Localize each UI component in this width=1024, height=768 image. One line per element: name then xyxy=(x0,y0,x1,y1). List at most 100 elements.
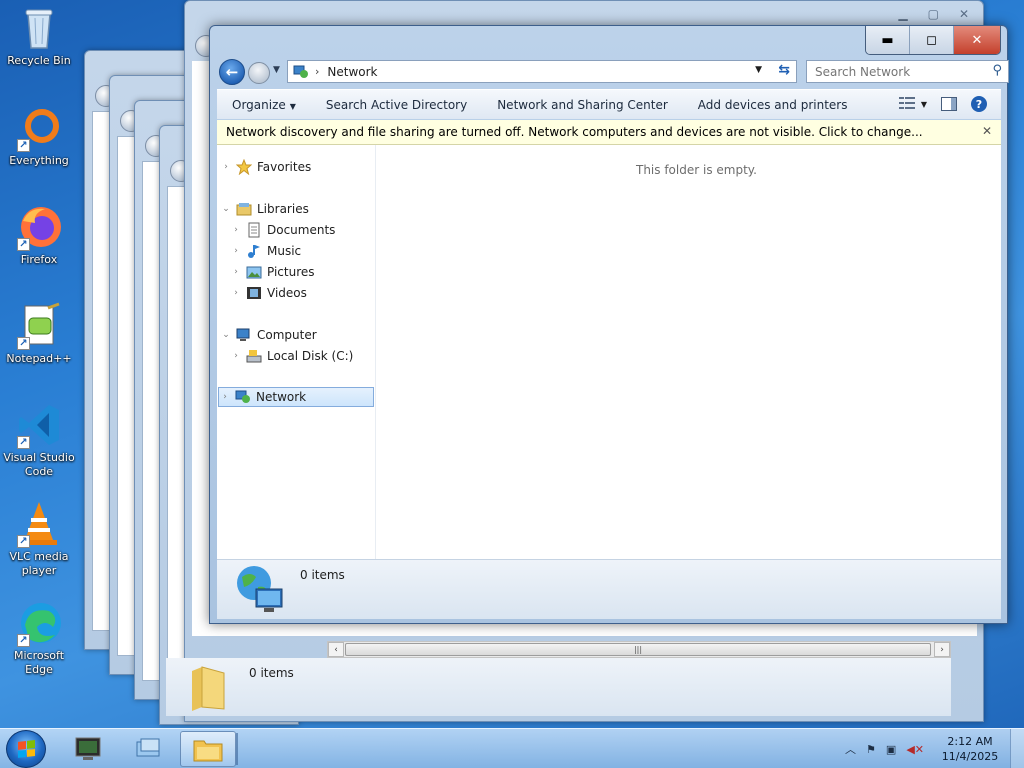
add-devices-printers-button[interactable]: Add devices and printers xyxy=(683,98,863,112)
desktop-icon-recycle-bin[interactable]: Recycle Bin xyxy=(0,4,78,68)
address-bar[interactable]: › Network ▼ ⇆ xyxy=(287,60,797,83)
refresh-icon[interactable]: ⇆ xyxy=(778,62,790,78)
computer-icon xyxy=(236,327,252,343)
minimize-icon: ▬ xyxy=(881,32,894,48)
recent-pages-dropdown-icon[interactable]: ▼ xyxy=(273,65,280,75)
search-box[interactable]: ⚲ xyxy=(806,60,1009,83)
taskbar-app-terminal[interactable] xyxy=(60,731,116,767)
shortcut-arrow-icon: ↗ xyxy=(17,139,30,152)
tree-item-favorites[interactable]: › Favorites xyxy=(220,157,311,177)
expand-arrow-icon[interactable]: › xyxy=(230,351,242,361)
tree-item-computer[interactable]: ⌄ Computer xyxy=(220,325,317,345)
navigation-pane: › Favorites ⌄ Libraries › Documents › Mu… xyxy=(217,145,376,559)
clock[interactable]: 2:12 AM 11/4/2025 xyxy=(934,734,1006,764)
network-globe-icon xyxy=(234,563,286,615)
details-pane: 0 items xyxy=(166,658,951,716)
horizontal-scrollbar[interactable]: ‹ ||| › xyxy=(327,641,951,658)
desktop-icon-vlc[interactable]: ↗ VLC media player xyxy=(0,500,78,578)
desktop-icon-label: Everything xyxy=(9,154,69,167)
tree-item-videos[interactable]: › Videos xyxy=(230,283,307,303)
organize-button[interactable]: Organize ▼ xyxy=(217,98,311,112)
volume-muted-icon[interactable]: ◀✕ xyxy=(906,743,924,756)
collapse-arrow-icon[interactable]: ⌄ xyxy=(220,330,232,340)
action-center-icon[interactable]: ⚑ xyxy=(866,743,876,756)
item-count: 0 items xyxy=(300,568,345,582)
tree-item-local-disk[interactable]: › Local Disk (C:) xyxy=(230,346,353,366)
change-view-button[interactable]: ▼ xyxy=(898,97,927,111)
details-pane: 0 items xyxy=(217,559,1001,619)
expand-arrow-icon[interactable]: › xyxy=(230,246,242,256)
search-input[interactable] xyxy=(815,62,985,82)
maximize-icon[interactable]: ▢ xyxy=(928,7,939,21)
expand-arrow-icon[interactable]: › xyxy=(230,225,242,235)
back-arrow-icon: ← xyxy=(225,63,239,81)
desktop-icon-everything[interactable]: ↗ Everything xyxy=(0,104,78,168)
navigation-bar: ← ▼ › Network ▼ ⇆ ⚲ xyxy=(218,59,1009,85)
search-icon[interactable]: ⚲ xyxy=(992,63,1002,78)
close-button[interactable]: ✕ xyxy=(954,26,1000,54)
tree-item-music[interactable]: › Music xyxy=(230,241,301,261)
expand-arrow-icon[interactable]: › xyxy=(230,288,242,298)
desktop-icon-edge[interactable]: ↗ Microsoft Edge xyxy=(0,599,78,677)
maximize-button[interactable]: ◻ xyxy=(910,26,954,54)
vlc-icon: ↗ xyxy=(15,500,63,548)
desktop-icon-label: VLC media player xyxy=(9,550,69,577)
recycle-bin-icon xyxy=(15,4,63,52)
tree-label: Favorites xyxy=(257,160,312,174)
desktop-icon-label: Firefox xyxy=(20,253,58,266)
tree-item-network[interactable]: › Network xyxy=(218,387,374,407)
desktop-icon-label: Visual Studio Code xyxy=(3,451,75,478)
breadcrumb-location[interactable]: Network xyxy=(327,65,377,79)
start-button[interactable] xyxy=(6,730,46,768)
close-icon[interactable]: ✕ xyxy=(959,7,969,21)
scroll-left-icon[interactable]: ‹ xyxy=(328,642,344,657)
show-desktop-button[interactable] xyxy=(1010,729,1024,768)
taskbar-app-explorer[interactable] xyxy=(180,731,236,767)
forward-button[interactable] xyxy=(248,62,270,84)
network-status-icon[interactable]: ▣ xyxy=(886,743,896,756)
caption-buttons: ▁ ▢ ✕ xyxy=(898,7,969,21)
expand-arrow-icon[interactable]: › xyxy=(230,267,242,277)
taskbar-app-windows[interactable] xyxy=(120,731,176,767)
address-dropdown-icon[interactable]: ▼ xyxy=(755,65,762,75)
notification-bar[interactable]: Network discovery and file sharing are t… xyxy=(217,120,1001,145)
tree-label: Network xyxy=(256,390,307,404)
desktop-icon-notepadpp[interactable]: ↗ Notepad++ xyxy=(0,302,78,366)
music-icon xyxy=(246,243,262,259)
folder-icon xyxy=(188,663,228,711)
libraries-icon xyxy=(236,201,252,217)
drive-icon xyxy=(246,348,262,364)
notification-message[interactable]: Network discovery and file sharing are t… xyxy=(226,125,923,139)
tree-label: Libraries xyxy=(257,202,309,216)
collapse-arrow-icon[interactable]: ⌄ xyxy=(220,204,232,214)
search-active-directory-button[interactable]: Search Active Directory xyxy=(311,98,482,112)
shortcut-arrow-icon: ↗ xyxy=(17,634,30,647)
videos-icon xyxy=(246,285,262,301)
tree-label: Local Disk (C:) xyxy=(267,349,354,363)
network-icon xyxy=(293,65,308,78)
tree-item-pictures[interactable]: › Pictures xyxy=(230,262,314,282)
tree-item-documents[interactable]: › Documents xyxy=(230,220,335,240)
desktop-icon-vscode[interactable]: ↗ Visual Studio Code xyxy=(0,401,78,479)
close-icon[interactable]: ✕ xyxy=(982,124,992,138)
desktop-icon-firefox[interactable]: ↗ Firefox xyxy=(0,203,78,267)
minimize-icon[interactable]: ▁ xyxy=(898,7,907,21)
tree-item-libraries[interactable]: ⌄ Libraries xyxy=(220,199,309,219)
tree-label: Computer xyxy=(257,328,317,342)
preview-pane-icon[interactable] xyxy=(941,97,957,111)
empty-folder-message: This folder is empty. xyxy=(636,163,757,177)
command-bar: Organize ▼ Search Active Directory Networ… xyxy=(217,89,1001,119)
help-icon[interactable]: ? xyxy=(971,96,987,112)
expand-arrow-icon[interactable]: › xyxy=(219,392,231,402)
expand-arrow-icon[interactable]: › xyxy=(220,162,232,172)
desktop-icon-label: Notepad++ xyxy=(6,352,72,365)
network-explorer-window[interactable]: ▬ ◻ ✕ ← ▼ › Network ▼ ⇆ ⚲ Organize▼ Sear… xyxy=(209,25,1009,624)
minimize-button[interactable]: ▬ xyxy=(866,26,910,54)
show-hidden-icons-icon[interactable]: ︿ xyxy=(845,741,856,757)
scrollbar-thumb[interactable]: ||| xyxy=(345,643,931,656)
network-sharing-center-button[interactable]: Network and Sharing Center xyxy=(482,98,683,112)
breadcrumb-chevron-icon[interactable]: › xyxy=(315,65,319,78)
back-button[interactable]: ← xyxy=(219,59,245,85)
scroll-right-icon[interactable]: › xyxy=(934,642,950,657)
network-icon xyxy=(235,389,251,405)
